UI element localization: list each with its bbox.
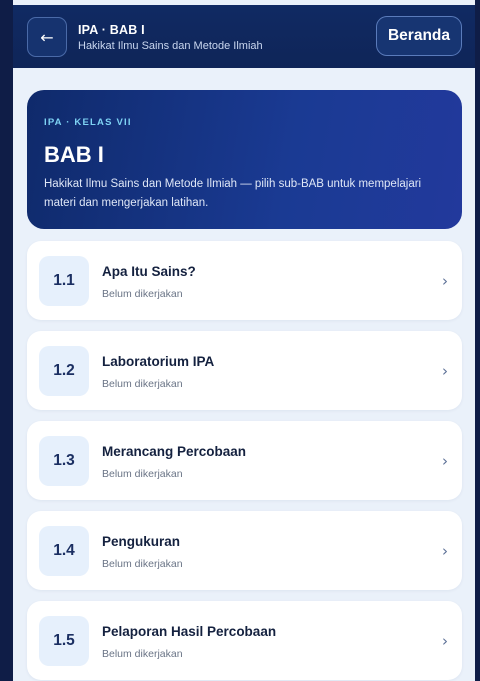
subchapter-title: Merancang Percobaan bbox=[102, 444, 247, 459]
arrow-left-icon: ← bbox=[40, 27, 54, 47]
top-bar: ← IPA · BAB I Hakikat Ilmu Sains dan Met… bbox=[13, 5, 475, 68]
subchapter-number: 1.5 bbox=[39, 616, 89, 666]
subchapter-title: Pelaporan Hasil Percobaan bbox=[102, 624, 277, 639]
subchapter-card-1-2[interactable]: 1.2 Laboratorium IPA Belum dikerjakan › bbox=[27, 331, 462, 410]
back-button[interactable]: ← bbox=[27, 17, 67, 57]
subchapter-card-1-3[interactable]: 1.3 Merancang Percobaan Belum dikerjakan… bbox=[27, 421, 462, 500]
subchapter-status: Belum dikerjakan bbox=[102, 378, 183, 390]
chevron-right-icon: › bbox=[442, 452, 448, 470]
subchapter-number: 1.4 bbox=[39, 526, 89, 576]
hero-description: Hakikat Ilmu Sains dan Metode Ilmiah — p… bbox=[44, 178, 422, 209]
header-titles: IPA · BAB I Hakikat Ilmu Sains dan Metod… bbox=[78, 23, 263, 52]
subchapter-card-1-5[interactable]: 1.5 Pelaporan Hasil Percobaan Belum dike… bbox=[27, 601, 462, 680]
hero-kicker: IPA · KELAS VII bbox=[44, 117, 132, 128]
subchapter-card-1-1[interactable]: 1.1 Apa Itu Sains? Belum dikerjakan › bbox=[27, 241, 462, 320]
subchapter-card-1-4[interactable]: 1.4 Pengukuran Belum dikerjakan › bbox=[27, 511, 462, 590]
chevron-right-icon: › bbox=[442, 632, 448, 650]
subchapter-number: 1.3 bbox=[39, 436, 89, 486]
home-button[interactable]: Beranda bbox=[376, 16, 462, 56]
subchapter-title: Pengukuran bbox=[102, 534, 181, 549]
subchapter-status: Belum dikerjakan bbox=[102, 648, 183, 660]
header-subtitle: Hakikat Ilmu Sains dan Metode Ilmiah bbox=[78, 40, 263, 52]
subchapter-status: Belum dikerjakan bbox=[102, 558, 183, 570]
subchapter-title: Laboratorium IPA bbox=[102, 354, 215, 369]
subchapter-number: 1.2 bbox=[39, 346, 89, 396]
chevron-right-icon: › bbox=[442, 542, 448, 560]
header-title: IPA · BAB I bbox=[78, 23, 145, 37]
chevron-right-icon: › bbox=[442, 362, 448, 380]
subchapter-number: 1.1 bbox=[39, 256, 89, 306]
subchapter-status: Belum dikerjakan bbox=[102, 288, 183, 300]
hero-title: BAB I bbox=[44, 142, 104, 167]
subchapter-title: Apa Itu Sains? bbox=[102, 264, 196, 279]
chapter-hero: IPA · KELAS VII BAB I Hakikat Ilmu Sains… bbox=[27, 90, 462, 229]
chevron-right-icon: › bbox=[442, 272, 448, 290]
subchapter-status: Belum dikerjakan bbox=[102, 468, 183, 480]
